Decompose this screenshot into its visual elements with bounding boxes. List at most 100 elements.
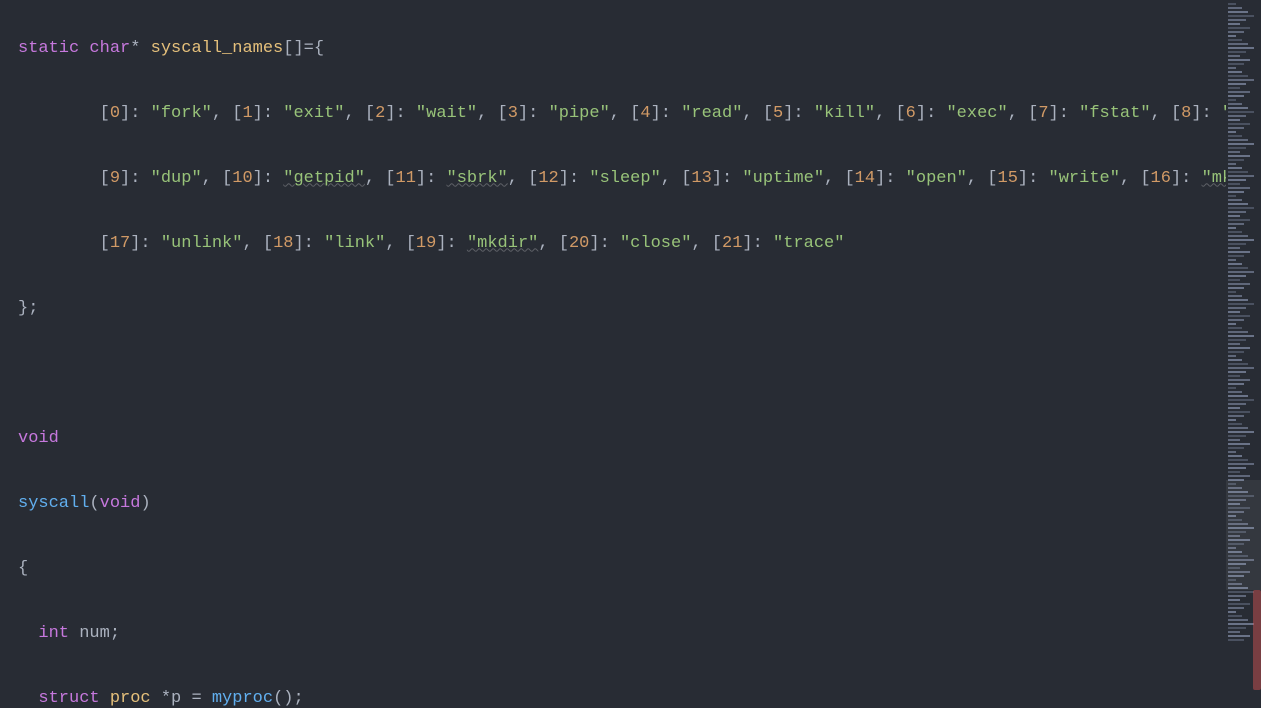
minimap-line [1228,51,1246,53]
minimap-line [1228,615,1242,617]
minimap-line [1228,55,1240,57]
minimap-line [1228,387,1236,389]
code-editor[interactable]: static char* syscall_names[]={ [0]: "for… [18,0,1226,708]
minimap-line [1228,23,1240,25]
code-line: { [18,553,1226,586]
code-line: int num; [18,618,1226,651]
minimap-line [1228,103,1242,105]
minimap-line [1228,115,1246,117]
minimap-line [1228,179,1246,181]
minimap-line [1228,151,1240,153]
minimap-line [1228,267,1248,269]
minimap-line [1228,459,1248,461]
minimap-line [1228,291,1236,293]
minimap-line [1228,403,1246,405]
minimap-line [1228,67,1236,69]
minimap-line [1228,3,1236,5]
minimap-line [1228,427,1248,429]
minimap-line [1228,175,1254,177]
minimap-line [1228,331,1248,333]
minimap-line [1228,259,1236,261]
minimap-line [1228,219,1250,221]
minimap-line [1228,203,1248,205]
minimap-line [1228,287,1244,289]
minimap-viewport[interactable] [1226,480,1261,590]
minimap-line [1228,47,1254,49]
code-line: [0]: "fork", [1]: "exit", [2]: "wait", [… [18,98,1226,131]
minimap-line [1228,395,1248,397]
minimap-line [1228,127,1244,129]
minimap-line [1228,595,1246,597]
minimap-line [1228,87,1240,89]
minimap-line [1228,143,1254,145]
minimap-line [1228,11,1248,13]
minimap-line [1228,111,1254,113]
minimap-line [1228,119,1240,121]
minimap-line [1228,83,1246,85]
minimap-line [1228,371,1246,373]
minimap-line [1228,391,1242,393]
minimap-line [1228,355,1236,357]
minimap-line [1228,147,1246,149]
minimap-line [1228,275,1246,277]
minimap-line [1228,623,1254,625]
minimap-line [1228,135,1242,137]
minimap-line [1228,27,1250,29]
minimap-line [1228,159,1244,161]
minimap-line [1228,347,1250,349]
minimap-line [1228,343,1240,345]
minimap-line [1228,603,1250,605]
minimap-line [1228,155,1250,157]
minimap-line [1228,195,1236,197]
minimap-line [1228,599,1240,601]
minimap-line [1228,239,1254,241]
code-line: struct proc *p = myproc(); [18,683,1226,708]
minimap-line [1228,71,1242,73]
minimap-line [1228,199,1242,201]
minimap-line [1228,139,1248,141]
minimap[interactable] [1226,0,1261,708]
minimap-line [1228,43,1248,45]
minimap-line [1228,383,1244,385]
minimap-line [1228,375,1240,377]
minimap-line [1228,207,1254,209]
minimap-line [1228,447,1244,449]
minimap-line [1228,187,1250,189]
minimap-line [1228,419,1236,421]
minimap-line [1228,295,1242,297]
minimap-line [1228,431,1254,433]
code-line: static char* syscall_names[]={ [18,33,1226,66]
minimap-line [1228,75,1248,77]
minimap-line [1228,443,1250,445]
minimap-line [1228,307,1246,309]
minimap-line [1228,171,1248,173]
minimap-line [1228,351,1244,353]
minimap-line [1228,223,1244,225]
minimap-line [1228,39,1242,41]
minimap-line [1228,263,1242,265]
minimap-line [1228,15,1254,17]
minimap-line [1228,211,1246,213]
minimap-line [1228,399,1254,401]
minimap-line [1228,591,1254,593]
minimap-line [1228,271,1254,273]
minimap-line [1228,59,1250,61]
minimap-line [1228,627,1246,629]
minimap-line [1228,227,1236,229]
minimap-line [1228,635,1250,637]
minimap-line [1228,163,1236,165]
minimap-line [1228,99,1236,101]
minimap-line [1228,63,1244,65]
minimap-line [1228,435,1246,437]
minimap-line [1228,311,1240,313]
minimap-line [1228,243,1246,245]
code-line: }; [18,293,1226,326]
minimap-line [1228,363,1248,365]
minimap-line [1228,639,1244,641]
minimap-line [1228,619,1248,621]
minimap-line [1228,455,1242,457]
code-line: void [18,423,1226,456]
scrollbar-thumb[interactable] [1253,590,1261,690]
minimap-line [1228,251,1250,253]
minimap-line [1228,631,1240,633]
